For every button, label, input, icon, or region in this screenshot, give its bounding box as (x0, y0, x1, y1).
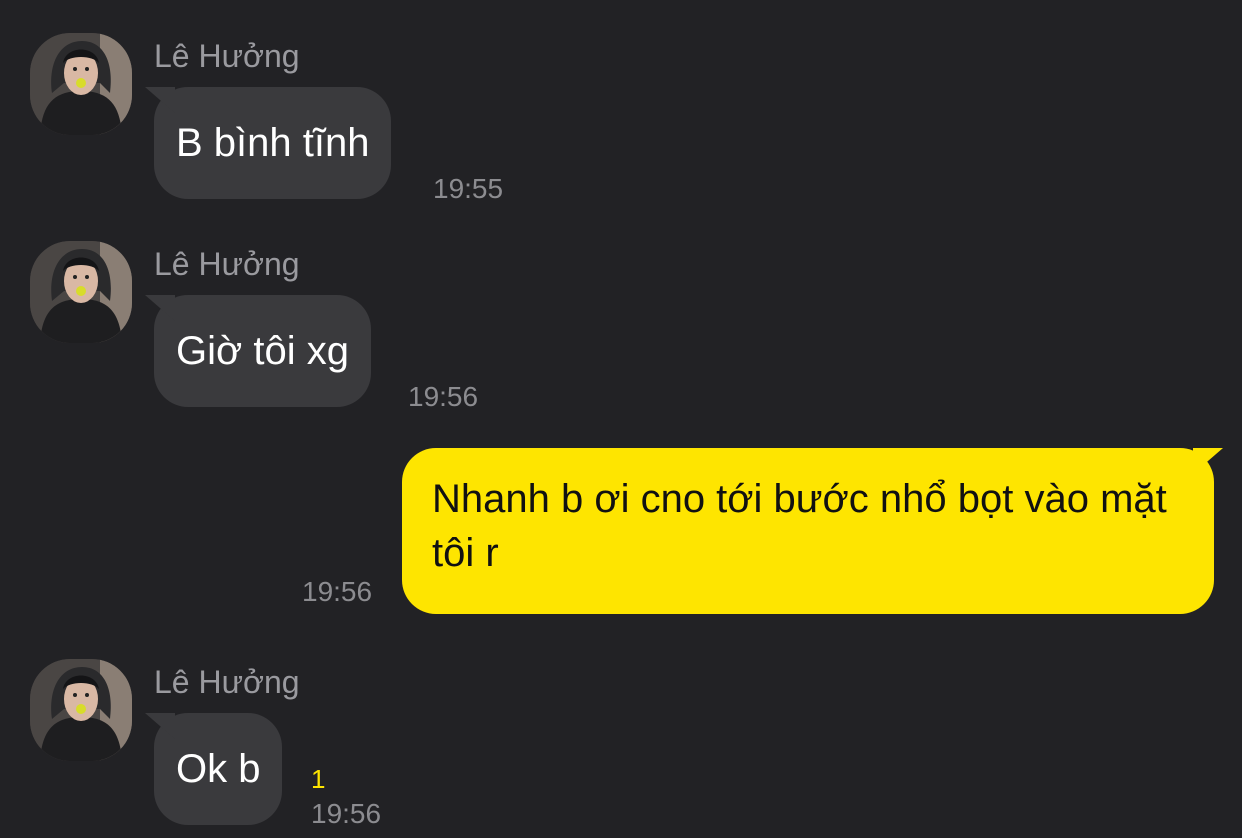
sender-name: Lê Hưởng (154, 38, 300, 74)
message-text: Ok b (176, 747, 261, 791)
avatar[interactable] (30, 33, 132, 135)
message-text: B bình tĩnh (176, 121, 370, 165)
avatar[interactable] (30, 241, 132, 343)
message-timestamp: 19:56 (408, 381, 479, 412)
message-text: Giờ tôi xg (176, 329, 349, 373)
sender-name: Lê Hưởng (154, 664, 300, 700)
unread-count-badge: 1 (311, 764, 326, 794)
profile-photo-icon (30, 241, 132, 343)
chat-message-list[interactable]: Lê Hưởng B bình tĩnh 19:55 Lê Hưởng Giờ … (0, 0, 1242, 838)
message-bubble-incoming[interactable]: B bình tĩnh (154, 87, 392, 199)
profile-photo-icon (30, 33, 132, 135)
message-text: Nhanh b ơi cno tới bước nhổ bọt vào mặt … (432, 477, 1167, 575)
profile-photo-icon (30, 659, 132, 761)
message-timestamp: 19:56 (311, 798, 382, 829)
avatar[interactable] (30, 659, 132, 761)
sender-name: Lê Hưởng (154, 246, 300, 282)
message-timestamp: 19:56 (302, 576, 373, 607)
message-bubble-incoming[interactable]: Ok b (154, 713, 283, 825)
message-timestamp: 19:55 (433, 173, 504, 204)
message-bubble-outgoing[interactable]: Nhanh b ơi cno tới bước nhổ bọt vào mặt … (402, 448, 1214, 614)
message-bubble-incoming[interactable]: Giờ tôi xg (154, 295, 371, 407)
